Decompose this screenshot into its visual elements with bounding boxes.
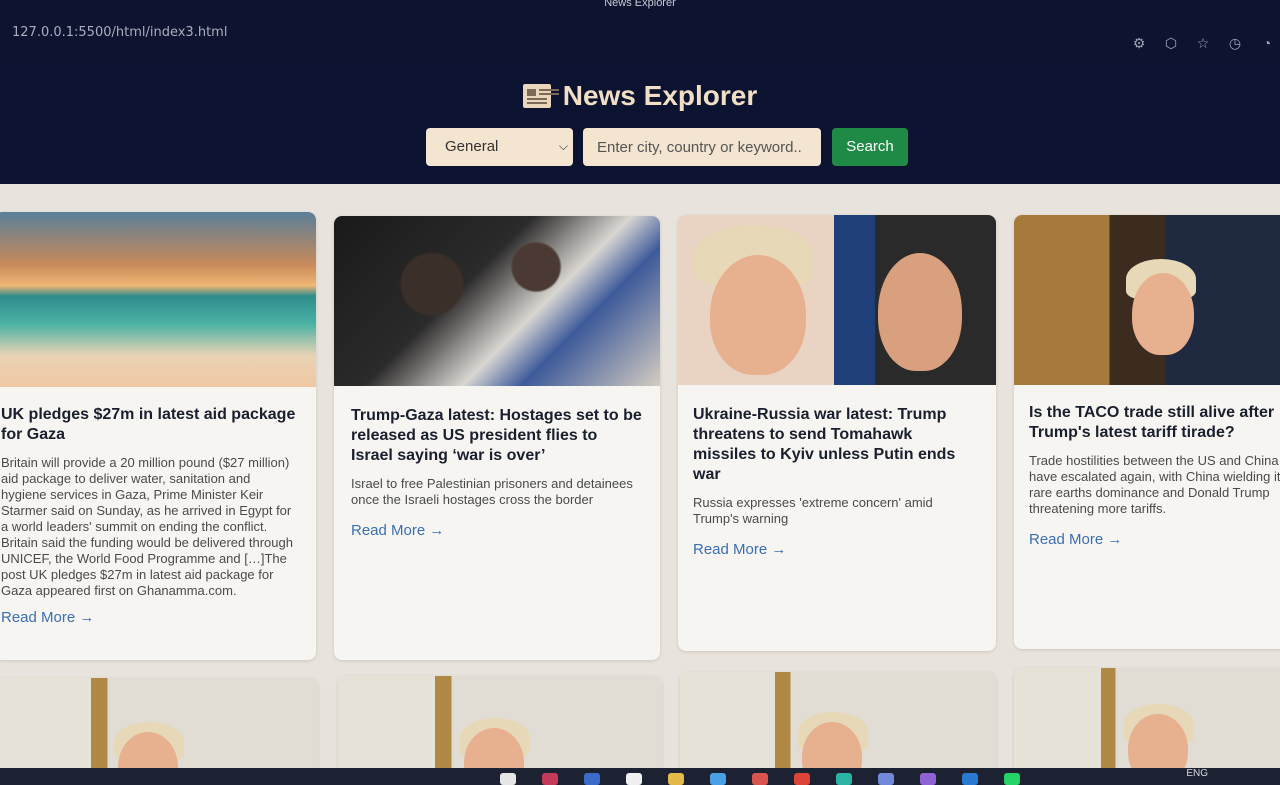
app-icon[interactable] — [500, 773, 516, 785]
newspaper-icon — [522, 84, 551, 108]
news-card: UK pledges $27m in latest aid package fo… — [0, 212, 316, 660]
store-icon[interactable] — [710, 773, 726, 785]
category-select[interactable]: General ⌵ — [426, 128, 573, 166]
news-title[interactable]: Ukraine-Russia war latest: Trump threate… — [693, 405, 978, 485]
chevron-down-icon: ⌵ — [558, 139, 568, 153]
news-grid: UK pledges $27m in latest aid package fo… — [0, 184, 1280, 768]
news-image — [0, 678, 318, 768]
news-card: Trump-Gaza latest: Hostages set to be re… — [334, 216, 660, 660]
app-header: News Explorer General ⌵ Enter city, coun… — [0, 60, 1280, 184]
profile-icon[interactable]: ◔ — [1258, 34, 1276, 52]
news-image — [678, 215, 996, 385]
page-title: News Explorer — [562, 80, 758, 111]
app-icon[interactable] — [584, 773, 600, 785]
news-description: Britain will provide a 20 million pound … — [1, 455, 293, 598]
vscode-icon[interactable] — [962, 773, 978, 785]
browser-toolbar: ⚙ ⬡ ☆ ◷ ◔ — [1130, 34, 1276, 52]
news-image — [680, 672, 996, 768]
news-description: Trade hostilities between the US and Chi… — [1029, 453, 1280, 516]
news-description: Israel to free Palestinian prisoners and… — [351, 476, 633, 507]
window-title: News Explorer — [604, 0, 676, 9]
app-icon[interactable] — [752, 773, 768, 785]
news-card — [0, 678, 318, 768]
news-image — [334, 216, 660, 386]
news-image — [0, 212, 316, 387]
discord-icon[interactable] — [878, 773, 894, 785]
history-icon[interactable]: ◷ — [1226, 34, 1244, 52]
news-title[interactable]: Trump-Gaza latest: Hostages set to be re… — [351, 406, 642, 466]
brand: News Explorer — [0, 80, 1280, 112]
settings-icon[interactable]: ⚙ — [1130, 34, 1148, 52]
chrome-icon[interactable] — [794, 773, 810, 785]
read-more-link[interactable]: Read More → — [1, 609, 94, 626]
favorites-icon[interactable]: ☆ — [1194, 34, 1212, 52]
news-card — [680, 672, 996, 768]
search-bar: General ⌵ Enter city, country or keyword… — [426, 128, 908, 166]
whatsapp-icon[interactable] — [1004, 773, 1020, 785]
extensions-icon[interactable]: ⬡ — [1162, 34, 1180, 52]
browser-chrome: News Explorer 127.0.0.1:5500/html/index3… — [0, 0, 1280, 60]
search-button[interactable]: Search — [832, 128, 908, 166]
edge-icon[interactable] — [836, 773, 852, 785]
news-description: Russia expresses 'extreme concern' amid … — [693, 495, 933, 526]
read-more-link[interactable]: Read More → — [351, 522, 444, 539]
language-indicator[interactable]: ENG — [1186, 768, 1208, 779]
news-card: Ukraine-Russia war latest: Trump threate… — [678, 215, 996, 651]
news-card — [1014, 668, 1280, 768]
app-icon[interactable] — [920, 773, 936, 785]
category-select-value: General — [445, 138, 499, 155]
address-bar[interactable]: 127.0.0.1:5500/html/index3.html — [12, 25, 227, 40]
search-input[interactable]: Enter city, country or keyword.. — [583, 128, 821, 166]
folder-icon[interactable] — [668, 773, 684, 785]
taskbar-apps — [500, 773, 1020, 785]
read-more-link[interactable]: Read More → — [693, 541, 786, 558]
mail-icon[interactable] — [542, 773, 558, 785]
news-image — [1014, 668, 1280, 768]
news-title[interactable]: UK pledges $27m in latest aid package fo… — [1, 405, 298, 445]
os-taskbar: ENG — [0, 768, 1280, 785]
app-icon[interactable] — [626, 773, 642, 785]
news-title[interactable]: Is the TACO trade still alive after Trum… — [1029, 403, 1280, 443]
read-more-link[interactable]: Read More → — [1029, 531, 1122, 548]
news-card: Is the TACO trade still alive after Trum… — [1014, 215, 1280, 649]
news-image — [1014, 215, 1280, 385]
news-image — [338, 676, 662, 768]
news-card — [338, 676, 662, 768]
